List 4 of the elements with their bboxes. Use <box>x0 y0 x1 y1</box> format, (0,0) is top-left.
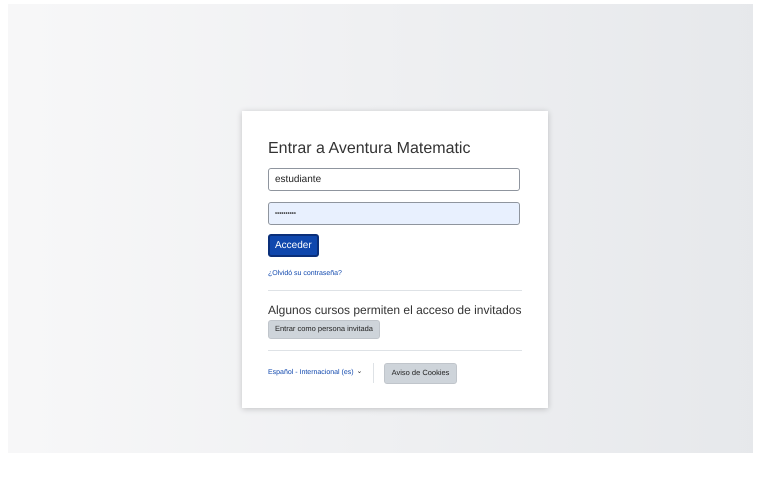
username-field[interactable]: estudiante <box>268 168 520 191</box>
login-button[interactable]: Acceder <box>268 234 319 257</box>
guest-access-text: Algunos cursos permiten el acceso de invitados <box>268 302 522 318</box>
login-title: Entrar a Aventura Matematic <box>268 139 472 159</box>
